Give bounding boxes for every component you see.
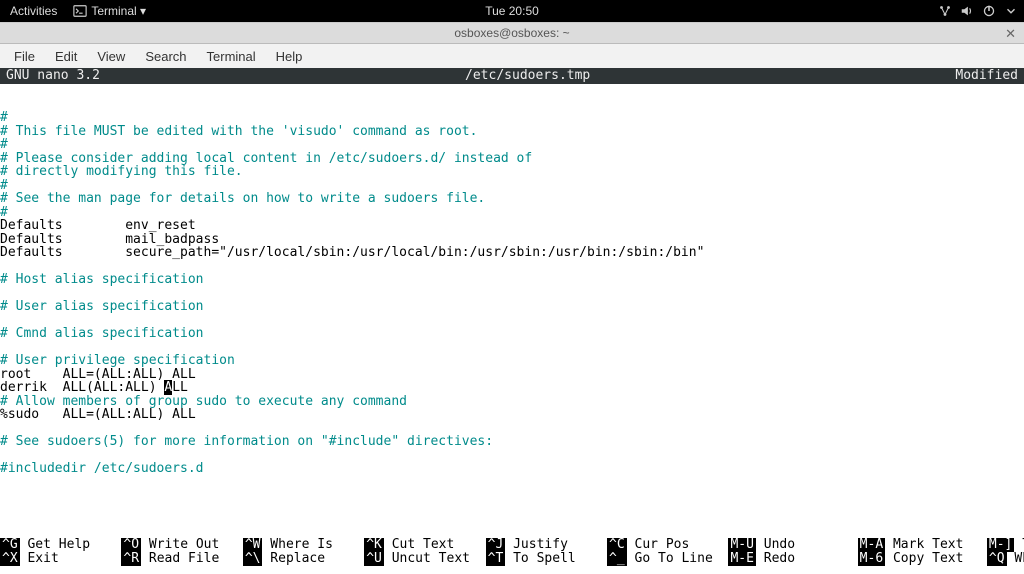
shortcut-label: Go To Line bbox=[627, 551, 729, 566]
nano-modified: Modified bbox=[955, 68, 1018, 84]
editor-line: # Cmnd alias specification bbox=[0, 326, 204, 341]
terminal-menu[interactable]: Terminal ▾ bbox=[69, 2, 150, 20]
editor-line: # See the man page for details on how to… bbox=[0, 191, 485, 206]
menu-edit[interactable]: Edit bbox=[47, 46, 85, 67]
volume-icon[interactable] bbox=[960, 4, 974, 18]
menu-view[interactable]: View bbox=[89, 46, 133, 67]
power-icon[interactable] bbox=[982, 4, 996, 18]
editor-line: # Host alias specification bbox=[0, 272, 204, 287]
shortcut-key: ^R bbox=[121, 552, 141, 566]
shortcut-key: ^U bbox=[364, 552, 384, 566]
shortcut-key: ^_ bbox=[607, 552, 627, 566]
nano-version: GNU nano 3.2 bbox=[6, 68, 100, 84]
shortcut-label: Write Out bbox=[141, 537, 243, 552]
shortcut-label: Cur Pos bbox=[627, 537, 729, 552]
shortcut-key: ^\ bbox=[243, 552, 263, 566]
shortcut-label: Cut Text bbox=[384, 537, 486, 552]
terminal-icon bbox=[73, 4, 87, 18]
nano-header: GNU nano 3.2 /etc/sudoers.tmp Modified bbox=[0, 68, 1024, 84]
editor-line: %sudo ALL=(ALL:ALL) ALL bbox=[0, 407, 196, 422]
window-title: osboxes@osboxes: ~ bbox=[454, 26, 569, 40]
editor-line: # directly modifying this file. bbox=[0, 164, 243, 179]
shortcut-label: To Bracket bbox=[1014, 537, 1024, 552]
shortcut-key: M-6 bbox=[858, 552, 885, 566]
nano-shortcuts: ^G Get Help ^O Write Out ^W Where Is ^K … bbox=[0, 538, 1024, 574]
shortcut-key: ^X bbox=[0, 552, 20, 566]
shortcut-label: Undo bbox=[756, 537, 858, 552]
shortcut-key: ^G bbox=[0, 538, 20, 552]
close-button[interactable]: ✕ bbox=[1005, 26, 1016, 42]
shortcut-label: To Spell bbox=[505, 551, 607, 566]
shortcut-label: Replace bbox=[262, 551, 364, 566]
shortcut-label: Exit bbox=[20, 551, 122, 566]
terminal-menu-label: Terminal ▾ bbox=[91, 4, 146, 18]
shortcut-label: Uncut Text bbox=[384, 551, 486, 566]
nano-editor[interactable]: # # This file MUST be edited with the 'v… bbox=[0, 84, 1024, 538]
editor-line: # See sudoers(5) for more information on… bbox=[0, 434, 493, 449]
shortcut-key: ^C bbox=[607, 538, 627, 552]
editor-line: #includedir /etc/sudoers.d bbox=[0, 461, 204, 476]
shortcut-key: M-U bbox=[728, 538, 755, 552]
menu-search[interactable]: Search bbox=[137, 46, 194, 67]
gnome-topbar: Activities Terminal ▾ Tue 20:50 bbox=[0, 0, 1024, 22]
shortcut-label: Justify bbox=[505, 537, 607, 552]
shortcut-key: ^J bbox=[486, 538, 506, 552]
chevron-down-icon[interactable] bbox=[1004, 4, 1018, 18]
editor-line: # User alias specification bbox=[0, 299, 204, 314]
menu-help[interactable]: Help bbox=[268, 46, 311, 67]
shortcut-label: Copy Text bbox=[885, 551, 987, 566]
menu-terminal[interactable]: Terminal bbox=[199, 46, 264, 67]
shortcut-label: Where Is bbox=[262, 537, 364, 552]
shortcut-key: ^O bbox=[121, 538, 141, 552]
nano-filename: /etc/sudoers.tmp bbox=[100, 68, 955, 84]
shortcut-key: ^K bbox=[364, 538, 384, 552]
shortcut-key: M-] bbox=[987, 538, 1014, 552]
clock[interactable]: Tue 20:50 bbox=[481, 2, 543, 20]
shortcut-key: M-A bbox=[858, 538, 885, 552]
editor-line: # This file MUST be edited with the 'vis… bbox=[0, 124, 477, 139]
shortcut-label: Mark Text bbox=[885, 537, 987, 552]
shortcut-key: ^W bbox=[243, 538, 263, 552]
activities-button[interactable]: Activities bbox=[6, 2, 61, 20]
network-icon[interactable] bbox=[938, 4, 952, 18]
terminal-menubar: File Edit View Search Terminal Help bbox=[0, 44, 1024, 68]
shortcut-key: ^Q bbox=[987, 552, 1007, 566]
shortcut-key: ^T bbox=[486, 552, 506, 566]
shortcut-label: Where Was bbox=[1007, 551, 1024, 566]
editor-line: Defaults secure_path="/usr/local/sbin:/u… bbox=[0, 245, 704, 260]
window-titlebar: osboxes@osboxes: ~ ✕ bbox=[0, 22, 1024, 44]
shortcut-label: Read File bbox=[141, 551, 243, 566]
shortcut-label: Redo bbox=[756, 551, 858, 566]
shortcut-label: Get Help bbox=[20, 537, 122, 552]
shortcut-key: M-E bbox=[728, 552, 755, 566]
menu-file[interactable]: File bbox=[6, 46, 43, 67]
